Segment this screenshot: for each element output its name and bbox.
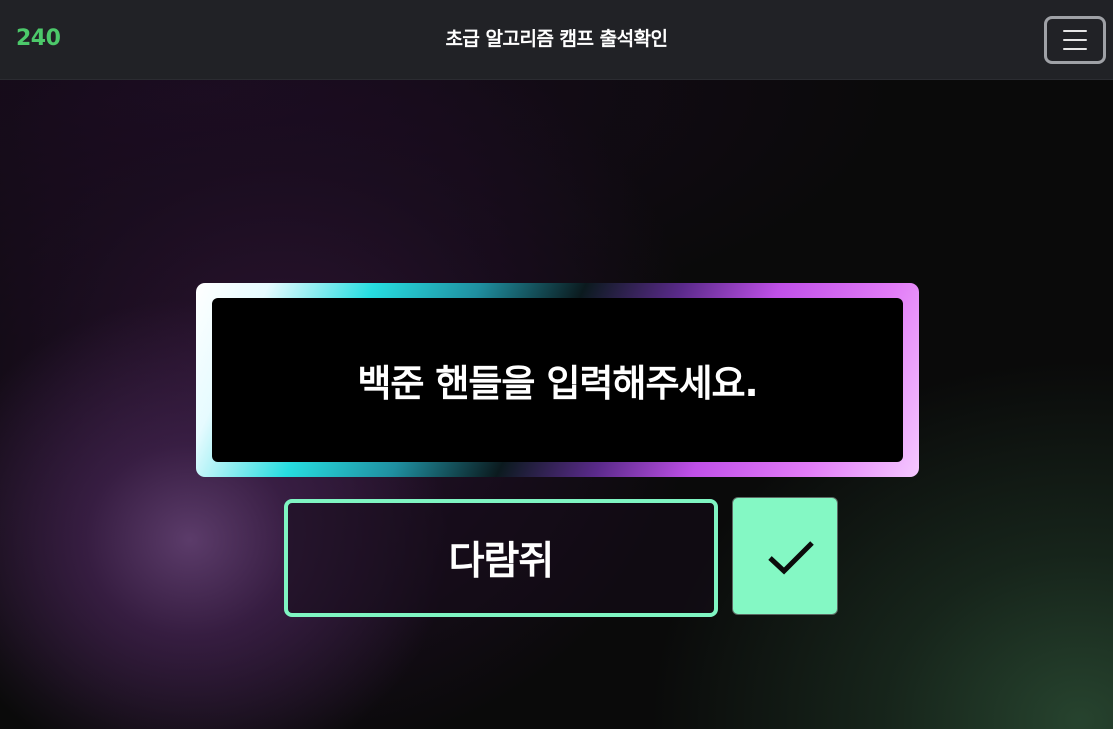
page-title: 초급 알고리즘 캠프 출석확인 [445, 28, 668, 50]
menu-toggle-button[interactable] [1044, 16, 1106, 64]
top-navbar: 240 초급 알고리즘 캠프 출석확인 [0, 0, 1113, 80]
prompt-message: 백준 핸들을 입력해주세요. [357, 362, 758, 405]
prompt-card-inner: 백준 핸들을 입력해주세요. [212, 298, 903, 462]
checkmark-icon [768, 541, 814, 575]
handle-input[interactable] [284, 499, 718, 617]
prompt-card: 백준 핸들을 입력해주세요. [196, 283, 919, 477]
submit-button[interactable] [732, 497, 838, 615]
